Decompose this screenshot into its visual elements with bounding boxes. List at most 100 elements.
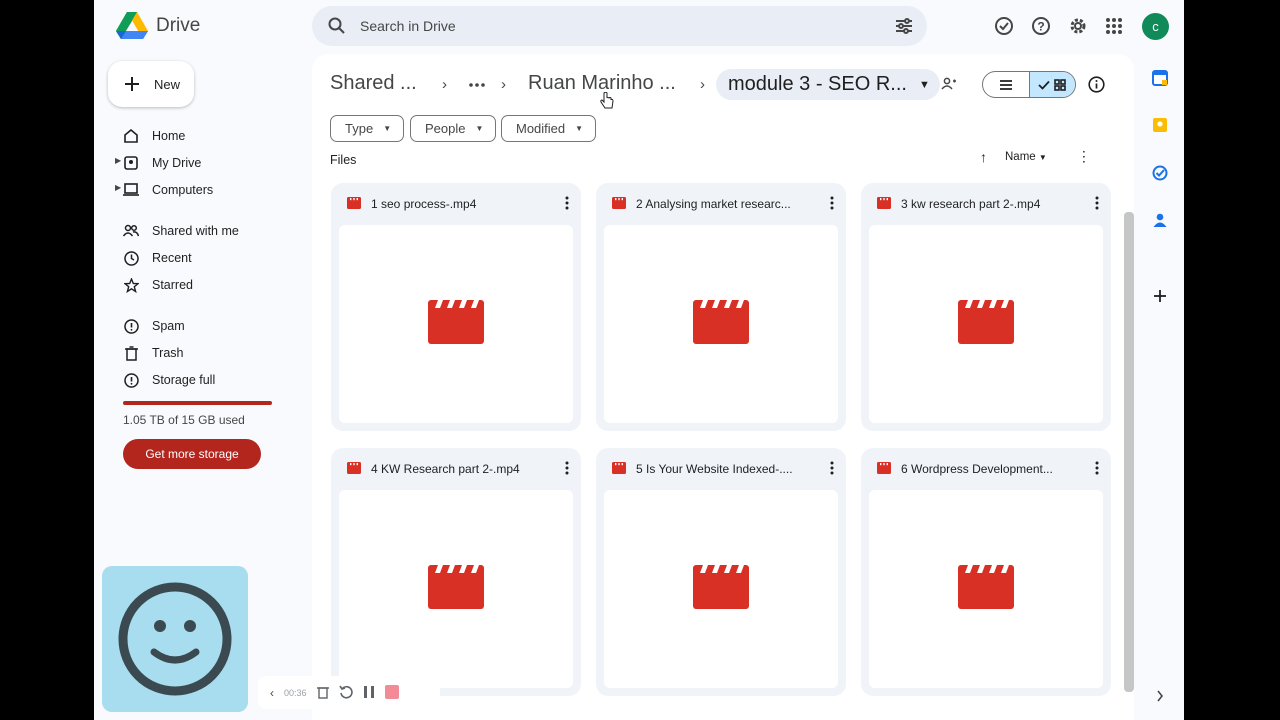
- file-card[interactable]: 6 Wordpress Development...: [861, 448, 1111, 696]
- filter-people-chip[interactable]: People ▼: [410, 115, 497, 142]
- pause-recording-icon[interactable]: [363, 685, 375, 701]
- expand-caret-icon[interactable]: ▶: [115, 156, 121, 165]
- file-card[interactable]: 5 Is Your Website Indexed-....: [596, 448, 846, 696]
- list-icon: [999, 79, 1012, 90]
- account-avatar[interactable]: c: [1142, 13, 1169, 40]
- dropdown-arrow-icon: ▼: [918, 78, 930, 91]
- more-actions-icon[interactable]: [1095, 196, 1099, 215]
- search-bar[interactable]: [312, 6, 927, 46]
- offline-ready-icon[interactable]: [993, 15, 1015, 37]
- calendar-icon[interactable]: [1151, 69, 1169, 87]
- sort-direction-arrow-icon[interactable]: ↑: [980, 149, 987, 165]
- new-button[interactable]: New: [108, 61, 194, 107]
- video-clapper-icon: [958, 299, 1014, 349]
- expand-caret-icon[interactable]: ▶: [115, 183, 121, 192]
- storage-usage-text: 1.05 TB of 15 GB used: [123, 413, 245, 427]
- sort-by-name-button[interactable]: Name ▼: [1005, 151, 1047, 163]
- file-card[interactable]: 3 kw research part 2-.mp4: [861, 183, 1111, 431]
- more-actions-icon[interactable]: [565, 196, 569, 215]
- collapse-chevron-icon[interactable]: ‹: [270, 686, 274, 700]
- info-icon[interactable]: [1088, 76, 1105, 98]
- search-icon[interactable]: [328, 17, 346, 35]
- more-actions-icon[interactable]: [830, 196, 834, 215]
- contacts-icon[interactable]: [1151, 211, 1169, 229]
- more-actions-icon[interactable]: [830, 461, 834, 480]
- more-options-icon[interactable]: ⋮: [1077, 148, 1091, 165]
- file-name: 3 kw research part 2-.mp4: [901, 197, 1041, 211]
- expand-panel-chevron-icon[interactable]: [1151, 687, 1169, 705]
- recorder-webcam-avatar: [102, 566, 248, 712]
- sidebar-item-label: Computers: [152, 183, 214, 197]
- help-icon[interactable]: ?: [1030, 15, 1052, 37]
- star-icon: [120, 274, 142, 296]
- restart-recording-icon[interactable]: [338, 685, 353, 701]
- apps-grid-icon[interactable]: [1103, 15, 1125, 37]
- file-name: 1 seo process-.mp4: [371, 197, 477, 211]
- get-more-storage-button[interactable]: Get more storage: [123, 439, 261, 469]
- home-icon: [120, 125, 142, 147]
- trash-icon: [120, 342, 142, 364]
- search-options-icon[interactable]: [895, 17, 913, 35]
- grid-view-button[interactable]: [1028, 72, 1075, 97]
- sidebar-item-shared-with-me[interactable]: Shared with me: [112, 220, 239, 242]
- sidebar-item-label: Shared with me: [152, 224, 239, 238]
- sidebar-item-trash[interactable]: Trash: [112, 342, 184, 364]
- file-card[interactable]: 1 seo process-.mp4: [331, 183, 581, 431]
- sidebar-item-label: My Drive: [152, 156, 202, 170]
- recorder-controls: ‹ 00:36: [258, 676, 440, 709]
- video-file-icon: [347, 461, 361, 477]
- delete-recording-icon[interactable]: [316, 685, 329, 701]
- sidebar-item-computers[interactable]: ▶ Computers: [112, 179, 213, 201]
- plus-icon: [125, 77, 139, 91]
- video-clapper-icon: [958, 564, 1014, 614]
- file-card[interactable]: 4 KW Research part 2-.mp4: [331, 448, 581, 696]
- sidebar-item-my-drive[interactable]: ▶ My Drive: [112, 152, 201, 174]
- video-file-icon: [877, 461, 891, 477]
- files-section-label: Files: [330, 153, 357, 167]
- sidebar-item-starred[interactable]: Starred: [112, 274, 193, 296]
- sidebar-item-home[interactable]: Home: [112, 125, 185, 147]
- new-button-label: New: [154, 76, 181, 92]
- more-folders-icon[interactable]: [469, 78, 485, 96]
- sidebar-item-label: Storage full: [152, 373, 216, 387]
- drive-logo-icon: [116, 12, 148, 39]
- dropdown-arrow-icon: ▼: [1038, 152, 1047, 162]
- manage-access-icon[interactable]: [941, 77, 957, 96]
- layout-toggle[interactable]: [982, 71, 1076, 98]
- my-drive-icon: [120, 152, 142, 174]
- vertical-scrollbar[interactable]: [1124, 212, 1134, 692]
- spam-icon: [120, 315, 142, 337]
- video-clapper-icon: [428, 299, 484, 349]
- sidebar-item-recent[interactable]: Recent: [112, 247, 192, 269]
- search-input[interactable]: [360, 6, 860, 46]
- filter-type-chip[interactable]: Type ▼: [330, 115, 405, 142]
- settings-gear-icon[interactable]: [1067, 15, 1089, 37]
- filter-modified-chip[interactable]: Modified ▼: [501, 115, 597, 142]
- grid-icon: [1054, 78, 1067, 91]
- sidebar-item-spam[interactable]: Spam: [112, 315, 185, 337]
- more-actions-icon[interactable]: [1095, 461, 1099, 480]
- add-addon-icon[interactable]: [1151, 287, 1169, 305]
- drive-logo[interactable]: Drive: [116, 12, 200, 40]
- svg-text:?: ?: [1037, 20, 1044, 34]
- chip-label: Type: [345, 121, 374, 136]
- stop-recording-icon[interactable]: [384, 684, 399, 701]
- keep-icon[interactable]: [1151, 116, 1169, 134]
- more-actions-icon[interactable]: [565, 461, 569, 480]
- chevron-right-icon: ›: [501, 76, 506, 93]
- dropdown-arrow-icon: ▼: [575, 124, 584, 133]
- breadcrumb-current-folder[interactable]: module 3 - SEO R... ▼: [716, 69, 940, 100]
- file-thumbnail: [339, 225, 573, 423]
- drive-title: Drive: [156, 15, 201, 36]
- list-view-button[interactable]: [983, 72, 1029, 97]
- chip-label: People: [425, 121, 466, 136]
- video-clapper-icon: [693, 564, 749, 614]
- file-thumbnail: [604, 490, 838, 688]
- sidebar-item-label: Trash: [152, 346, 184, 360]
- file-card[interactable]: 2 Analysing market researc...: [596, 183, 846, 431]
- sidebar-item-label: Starred: [152, 278, 193, 292]
- video-file-icon: [347, 196, 361, 212]
- sidebar-item-storage[interactable]: Storage full: [112, 369, 215, 391]
- breadcrumb-shared[interactable]: Shared ...: [330, 72, 417, 95]
- tasks-icon[interactable]: [1151, 164, 1169, 182]
